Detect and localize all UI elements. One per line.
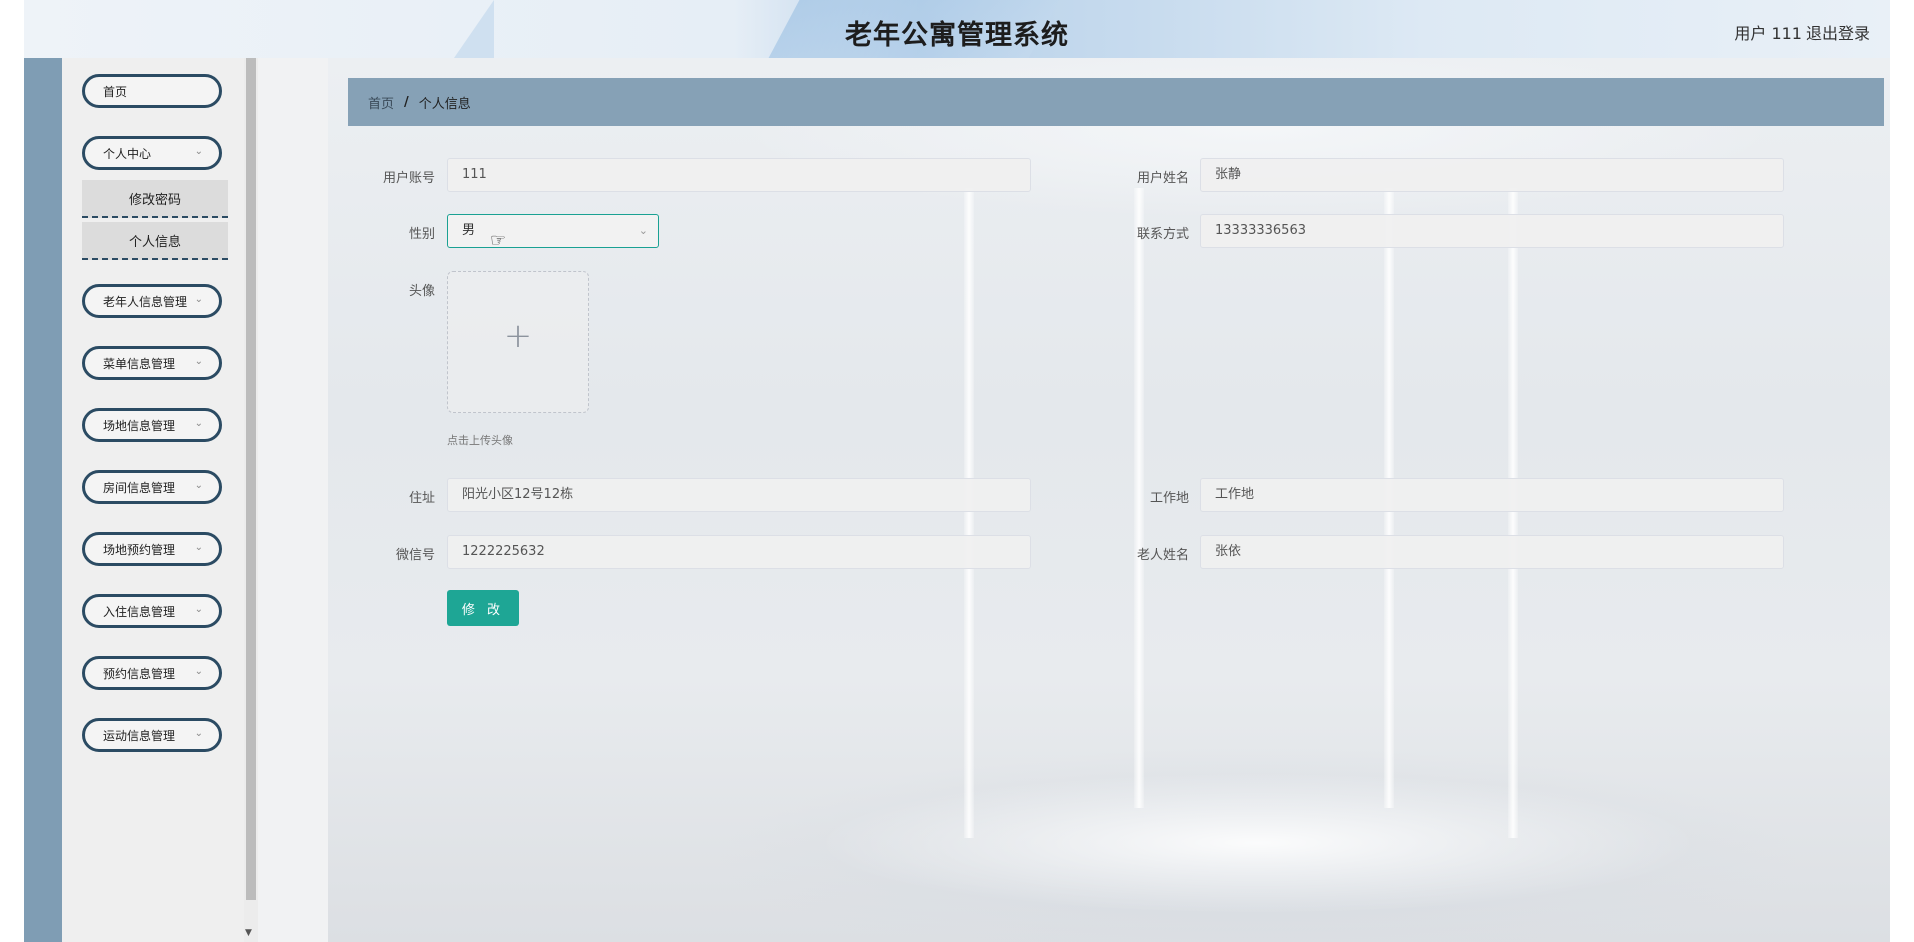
wechat-field[interactable]: 1222225632 <box>447 535 1031 569</box>
account-field[interactable]: 111 <box>447 158 1031 192</box>
avatar-upload-tip: 点击上传头像 <box>447 434 513 447</box>
sidebar-item-label: 菜单信息管理 <box>103 356 176 371</box>
sidebar-item-label: 场地信息管理 <box>103 418 176 433</box>
breadcrumb-home[interactable]: 首页 <box>368 93 394 112</box>
sidebar-item-home[interactable]: 首页 <box>82 74 222 108</box>
background-pillar <box>964 188 974 838</box>
chevron-down-icon: ⌄ <box>194 418 203 429</box>
app-title: 老年公寓管理系统 <box>845 20 1069 51</box>
sidebar-band <box>24 58 62 942</box>
chevron-down-icon: ⌄ <box>194 480 203 491</box>
breadcrumb-separator: / <box>404 94 409 110</box>
chevron-down-icon: ⌄ <box>194 604 203 615</box>
address-field[interactable]: 阳光小区12号12栋 <box>447 478 1031 512</box>
name-label: 用户姓名 <box>1136 171 1189 186</box>
top-header: 老年公寓管理系统 用户 111 退出登录 <box>24 0 1890 58</box>
workplace-label: 工作地 <box>1149 491 1189 506</box>
sidebar-item-label: 预约信息管理 <box>103 666 176 681</box>
sidebar-item-room-info[interactable]: 房间信息管理 ⌄ <box>82 470 222 504</box>
sidebar-item-checkin-info[interactable]: 入住信息管理 ⌄ <box>82 594 222 628</box>
avatar-upload[interactable]: + <box>447 271 589 413</box>
chevron-down-icon: ⌄ <box>194 666 203 677</box>
gender-select[interactable]: 男 ⌄ <box>447 214 659 248</box>
wechat-label: 微信号 <box>395 548 435 563</box>
main-content: 首页 / 个人信息 用户账号 111 用户姓名 张静 性别 男 ⌄ ☞ 联系方式… <box>328 58 1890 942</box>
account-label: 用户账号 <box>382 171 435 186</box>
submit-button[interactable]: 修 改 <box>447 590 519 626</box>
sidebar-item-personal-center[interactable]: 个人中心 ⌄ <box>82 136 222 170</box>
user-label: 用户 111 <box>1734 24 1802 43</box>
chevron-down-icon: ⌄ <box>194 728 203 739</box>
workplace-field[interactable]: 工作地 <box>1200 478 1784 512</box>
phone-label: 联系方式 <box>1136 227 1189 242</box>
sidebar-item-label: 房间信息管理 <box>103 480 176 495</box>
sidebar-item-label: 运动信息管理 <box>103 728 176 743</box>
sidebar-item-exercise-info[interactable]: 运动信息管理 ⌄ <box>82 718 222 752</box>
logout-link[interactable]: 退出登录 <box>1806 20 1870 44</box>
chevron-down-icon: ⌄ <box>194 294 203 305</box>
elder-name-label: 老人姓名 <box>1136 548 1189 563</box>
name-field[interactable]: 张静 <box>1200 158 1784 192</box>
app-window: 老年公寓管理系统 用户 111 退出登录 首页 个人中心 ⌄ 修改密码 个人信息… <box>24 0 1890 942</box>
avatar-label: 头像 <box>408 284 435 299</box>
submenu-change-password[interactable]: 修改密码 <box>82 180 228 218</box>
plus-icon: + <box>503 316 533 356</box>
chevron-down-icon: ⌄ <box>638 224 648 237</box>
sidebar-item-venue-info[interactable]: 场地信息管理 ⌄ <box>82 408 222 442</box>
sidebar: 首页 个人中心 ⌄ 修改密码 个人信息 老年人信息管理 ⌄ 菜单信息管理 ⌄ 场… <box>62 58 244 942</box>
sidebar-item-elder-info[interactable]: 老年人信息管理 ⌄ <box>82 284 222 318</box>
submenu-label: 个人信息 <box>128 234 181 250</box>
submenu-label: 修改密码 <box>128 192 181 208</box>
gender-label: 性别 <box>408 227 435 242</box>
sidebar-item-label: 场地预约管理 <box>103 542 176 557</box>
background-pillar <box>1508 188 1518 838</box>
hand-cursor-icon: ☞ <box>490 230 507 251</box>
chevron-down-icon: ⌄ <box>194 146 203 157</box>
scrollbar-thumb[interactable] <box>246 58 256 900</box>
chevron-down-icon: ⌄ <box>194 356 203 367</box>
sidebar-item-menu-info[interactable]: 菜单信息管理 ⌄ <box>82 346 222 380</box>
sidebar-item-label: 入住信息管理 <box>103 604 176 619</box>
content-gutter <box>258 58 328 942</box>
sidebar-item-label: 首页 <box>103 84 128 99</box>
elder-name-field[interactable]: 张依 <box>1200 535 1784 569</box>
address-label: 住址 <box>408 491 435 506</box>
sidebar-item-label: 老年人信息管理 <box>103 294 188 309</box>
phone-field[interactable]: 13333336563 <box>1200 214 1784 248</box>
scroll-down-arrow-icon[interactable]: ▼ <box>245 928 252 938</box>
chevron-down-icon: ⌄ <box>194 542 203 553</box>
gender-selected-value: 男 <box>462 223 476 238</box>
sidebar-item-booking-info[interactable]: 预约信息管理 ⌄ <box>82 656 222 690</box>
submenu-personal-info[interactable]: 个人信息 <box>82 222 228 260</box>
sidebar-item-label: 个人中心 <box>103 146 152 161</box>
breadcrumb: 首页 / 个人信息 <box>348 78 1884 126</box>
breadcrumb-current: 个人信息 <box>418 96 471 112</box>
sidebar-item-venue-booking[interactable]: 场地预约管理 ⌄ <box>82 532 222 566</box>
